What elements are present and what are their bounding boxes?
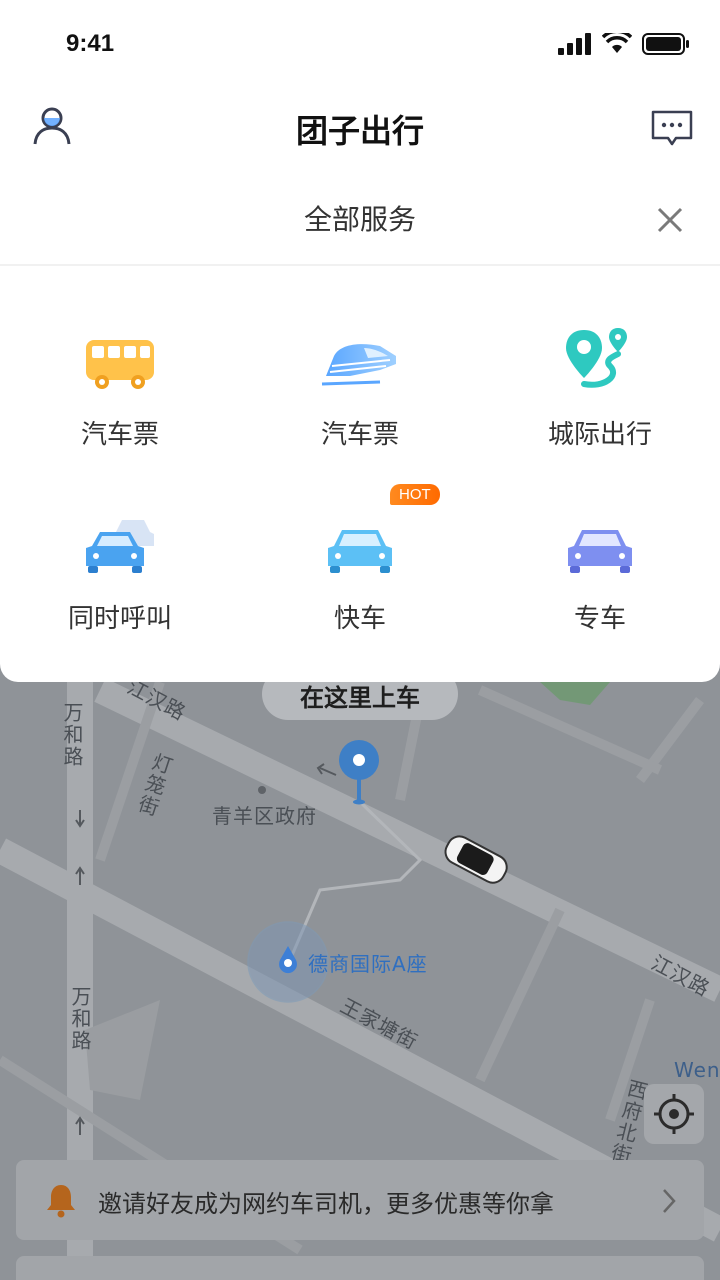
map-label-wanhe-road-2: 万和路	[68, 986, 92, 1052]
map-label-deshang-building: 德商国际A座	[308, 952, 428, 976]
service-label: 快车	[333, 604, 386, 634]
invite-text: 邀请好友成为网约车司机，更多优惠等你拿	[98, 1190, 554, 1218]
map-label-wanhe-road: 万和路	[60, 702, 84, 768]
locate-button[interactable]	[644, 1084, 704, 1144]
battery-icon	[642, 33, 689, 55]
message-icon[interactable]	[650, 106, 694, 150]
service-bus-ticket[interactable]: 汽车票	[0, 300, 240, 460]
chevron-right-icon	[663, 1189, 676, 1213]
wifi-icon	[602, 33, 632, 53]
close-icon[interactable]	[654, 204, 686, 236]
status-icons	[558, 32, 690, 56]
express-car-icon	[328, 530, 392, 573]
map-label-qingyang-gov: 青羊区政府	[212, 804, 317, 828]
service-multi-call[interactable]: 同时呼叫	[0, 484, 240, 644]
crosshair-icon	[654, 1094, 694, 1134]
services-grid: 汽车票 汽车票 城际出行 同时呼叫 HOT 快车 专车	[0, 300, 720, 660]
service-train-ticket[interactable]: 汽车票	[240, 300, 480, 460]
service-express[interactable]: HOT 快车	[240, 484, 480, 644]
status-bar: 9:41	[0, 0, 720, 90]
service-premium[interactable]: 专车	[480, 484, 720, 644]
services-bar: 全部服务	[0, 178, 720, 266]
pickup-pin-icon	[339, 740, 379, 805]
service-label: 专车	[573, 604, 626, 634]
cellular-signal-icon	[558, 33, 591, 55]
hot-badge: HOT	[390, 484, 440, 505]
services-sheet: 9:41 团子出行 全部服务 汽车票 汽车票 城际出行 同时呼叫 HOT 快车 …	[0, 0, 720, 682]
map-label-wens: Wens	[674, 1058, 720, 1082]
bottom-card[interactable]	[16, 1256, 704, 1280]
service-label: 汽车票	[320, 420, 399, 450]
service-intercity[interactable]: 城际出行	[480, 300, 720, 460]
premium-car-icon	[568, 530, 632, 573]
app-title: 团子出行	[295, 112, 424, 150]
train-icon	[321, 344, 396, 386]
bus-icon	[86, 340, 154, 389]
invite-banner[interactable]: 邀请好友成为网约车司机，更多优惠等你拿	[16, 1160, 704, 1240]
status-time: 9:41	[66, 30, 115, 57]
multi-car-icon	[86, 520, 154, 573]
app-header: 团子出行	[0, 90, 720, 166]
service-label: 同时呼叫	[67, 604, 172, 634]
services-title: 全部服务	[303, 203, 416, 236]
bell-icon	[47, 1185, 75, 1218]
service-label: 城际出行	[547, 420, 652, 450]
route-pin-icon	[566, 328, 627, 388]
service-label: 汽车票	[80, 420, 159, 450]
